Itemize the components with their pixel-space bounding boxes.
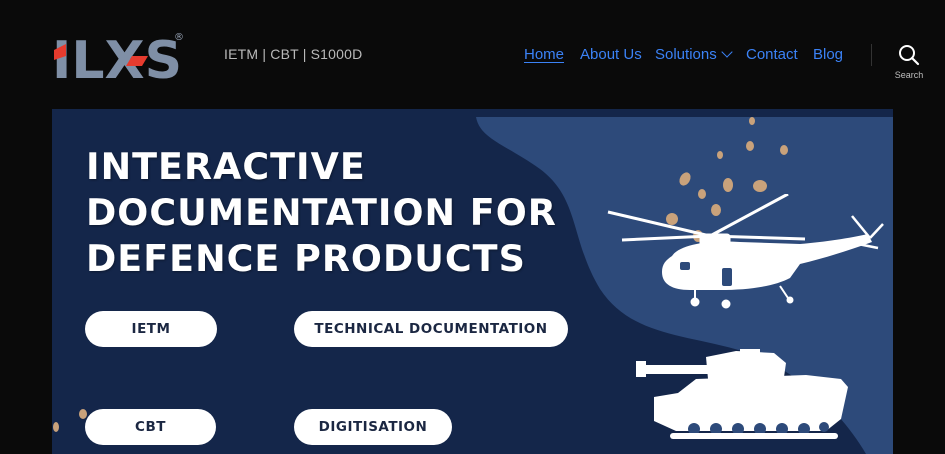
search-label: Search bbox=[894, 70, 924, 80]
nav-contact[interactable]: Contact bbox=[746, 46, 798, 63]
helicopter-icon bbox=[607, 194, 884, 309]
technical-documentation-button[interactable]: TECHNICAL DOCUMENTATION bbox=[294, 311, 568, 347]
nav-home[interactable]: Home bbox=[524, 46, 564, 63]
cbt-button[interactable]: CBT bbox=[85, 409, 216, 445]
hero-headline: INTERACTIVE DOCUMENTATION FOR DEFENCE PR… bbox=[86, 144, 557, 282]
headline-line-2: DOCUMENTATION FOR bbox=[86, 191, 557, 234]
registered-mark: ® bbox=[174, 32, 184, 43]
search-icon bbox=[899, 45, 920, 66]
search-button[interactable]: Search bbox=[890, 44, 928, 84]
digitisation-button[interactable]: DIGITISATION bbox=[294, 409, 452, 445]
nav-solutions-label: Solutions bbox=[655, 46, 717, 63]
ietm-button[interactable]: IETM bbox=[85, 311, 217, 347]
site-header: ILXS ® IETM | CBT | S1000D Home About Us… bbox=[0, 0, 945, 109]
main-nav: Home About Us Solutions Contact Blog bbox=[0, 46, 945, 66]
tank-icon bbox=[636, 349, 848, 439]
headline-line-1: INTERACTIVE bbox=[86, 145, 366, 188]
chevron-down-icon bbox=[721, 46, 733, 58]
headline-line-3: DEFENCE PRODUCTS bbox=[86, 237, 526, 280]
nav-about-us[interactable]: About Us bbox=[580, 46, 642, 63]
header-divider bbox=[871, 44, 872, 66]
nav-blog[interactable]: Blog bbox=[813, 46, 843, 63]
nav-solutions[interactable]: Solutions bbox=[655, 46, 733, 63]
